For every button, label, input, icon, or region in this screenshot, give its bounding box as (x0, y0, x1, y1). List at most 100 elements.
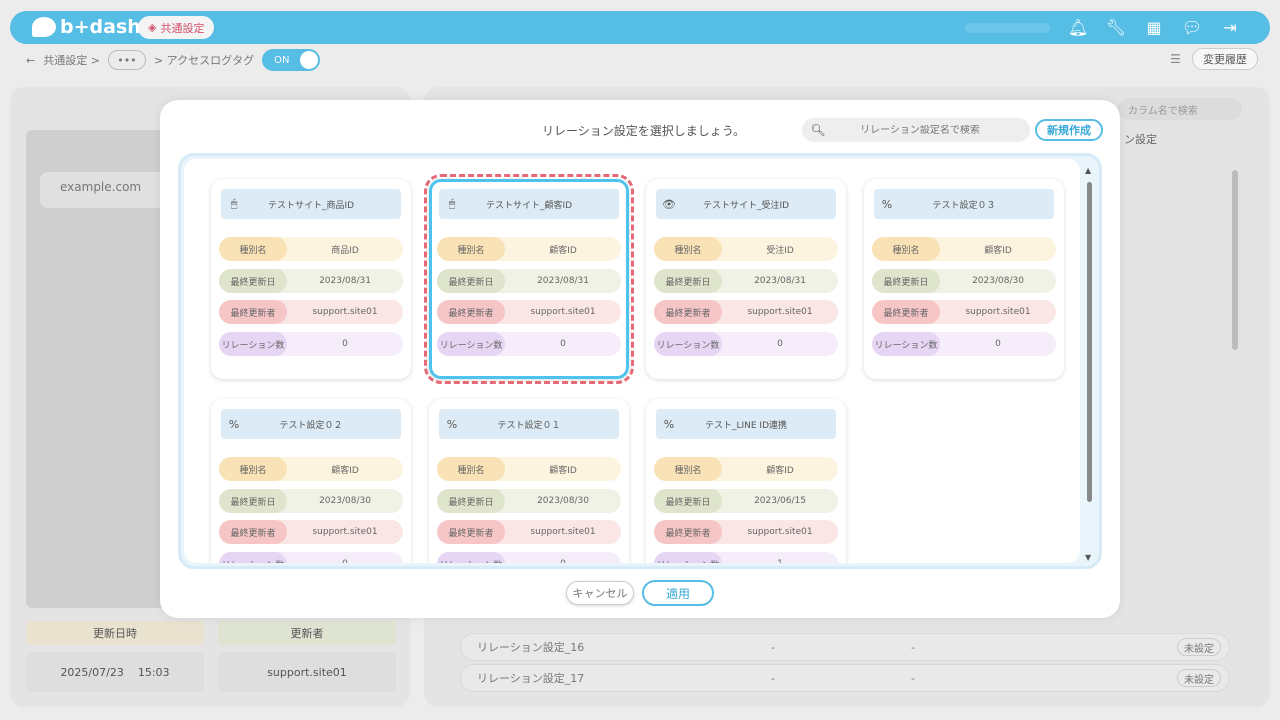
field-value: support.site01 (965, 307, 1031, 317)
table-row[interactable]: リレーション設定_17 - - 未設定 (460, 664, 1230, 692)
field-value: support.site01 (747, 527, 813, 537)
app-logo[interactable]: b+dash (32, 16, 141, 38)
field-value: 2023/08/30 (972, 276, 1024, 286)
field-label: リレーション数 (219, 552, 287, 563)
logo-bubble-icon (32, 17, 56, 37)
status-badge[interactable]: 未設定 (1177, 669, 1221, 687)
wrench-icon[interactable]: 🔧︎ (1106, 17, 1126, 37)
percent-mouse-icon: % (663, 417, 675, 431)
card-field-relations: リレーション数0 (654, 332, 838, 356)
field-value: support.site01 (312, 527, 378, 537)
logo-text: b+dash (60, 16, 141, 38)
breadcrumb-more-button[interactable]: ••• (107, 50, 146, 70)
toggle-label: ON (274, 54, 290, 66)
row-name: リレーション設定_17 (477, 672, 585, 685)
relation-card[interactable]: 👁︎ テストサイト_受注ID 種別名 受注ID 最終更新日 2023/08/31 最終更新者… (646, 179, 846, 379)
card-field-type: 種別名 顧客ID (437, 457, 621, 481)
card-list-scrollbar[interactable]: ▲ ▼ (1085, 166, 1095, 562)
card-field-updated: 最終更新日 2023/06/15 (654, 489, 838, 513)
field-label: リレーション数 (872, 332, 940, 356)
breadcrumb-common-settings[interactable]: 共通設定 > (43, 52, 100, 68)
updated-date: 2025/07/23 (60, 665, 124, 679)
search-icon: 🔍︎ (810, 123, 826, 137)
field-label: 最終更新者 (437, 300, 505, 324)
card-title: テスト設定０１ (497, 420, 561, 431)
field-value: 0 (777, 339, 783, 349)
card-field-updater: 最終更新者 support.site01 (437, 520, 621, 544)
field-value: 0 (287, 559, 403, 563)
grid-icon[interactable]: ▦ (1144, 17, 1164, 37)
table-row[interactable]: リレーション設定_16 - - 未設定 (460, 633, 1230, 661)
modal-title: リレーション設定を選択しましょう。 (542, 124, 746, 138)
updated-time: 15:03 (137, 665, 170, 679)
history-button[interactable]: 変更履歴 (1192, 48, 1258, 70)
field-label: 最終更新者 (219, 300, 287, 324)
apply-button[interactable]: 適用 (642, 580, 714, 606)
card-field-updater: 最終更新者 support.site01 (654, 520, 838, 544)
updated-values: 2025/07/23 15:03 (26, 652, 204, 692)
card-header: % テスト設定０２ (221, 409, 401, 439)
relation-search-input[interactable] (830, 124, 1010, 136)
card-list-frame: 🖱︎ テストサイト_商品ID 種別名 商品ID 最終更新日 2023/08/31 最終更新者… (178, 153, 1102, 569)
new-create-button[interactable]: 新規作成 (1035, 119, 1103, 141)
field-label: 最終更新者 (872, 300, 940, 324)
card-header: % テスト設定０３ (874, 189, 1054, 219)
toggle-knob (300, 51, 319, 69)
field-value: 2023/08/30 (537, 496, 589, 506)
relation-card[interactable]: % テスト設定０２ 種別名 顧客ID 最終更新日 2023/08/30 最終更新者 suppo… (211, 399, 411, 563)
field-label: リレーション数 (437, 332, 505, 356)
relation-card[interactable]: 🖱︎ テストサイト_商品ID 種別名 商品ID 最終更新日 2023/08/31 最終更新者… (211, 179, 411, 379)
field-value: support.site01 (530, 527, 596, 537)
card-field-relations: リレーション数0 (219, 332, 403, 356)
site-name[interactable]: example.com (40, 172, 170, 208)
card-title: テスト設定０２ (279, 420, 343, 431)
card-field-updater: 最終更新者 support.site01 (872, 300, 1056, 324)
updated-label: 更新日時 (26, 621, 204, 645)
field-value: 2023/08/31 (319, 276, 371, 286)
relation-card[interactable]: % テスト設定０１ 種別名 顧客ID 最終更新日 2023/08/30 最終更新者 suppo… (429, 399, 629, 563)
scroll-thumb[interactable] (1087, 182, 1092, 502)
bell-icon[interactable]: 🔔︎ (1068, 17, 1088, 37)
field-value: 0 (560, 339, 566, 349)
card-field-updater: 最終更新者 support.site01 (219, 300, 403, 324)
field-value: 顧客ID (549, 465, 577, 476)
on-off-toggle[interactable]: ON (262, 49, 321, 71)
card-field-updated: 最終更新日 2023/08/31 (219, 269, 403, 293)
field-label: 最終更新日 (654, 269, 722, 293)
mouse-icon: 🖱︎ (230, 197, 238, 210)
card-field-relations: リレーション数0 (437, 552, 621, 563)
card-title: テストサイト_受注ID (702, 200, 790, 211)
card-field-relations: リレーション数0 (219, 552, 403, 563)
scroll-up-arrow-icon[interactable]: ▲ (1085, 166, 1091, 175)
right-scrollbar[interactable] (1232, 170, 1238, 350)
field-value: 2023/08/30 (319, 496, 371, 506)
field-value: 顧客ID (766, 465, 794, 476)
relation-card[interactable]: 🖱︎ テストサイト_顧客ID 種別名 顧客ID 最終更新日 2023/08/31 最終更新者… (424, 174, 634, 384)
column-search-input[interactable]: カラム名で検索 (1118, 98, 1242, 120)
field-label: 最終更新日 (437, 269, 505, 293)
cancel-button[interactable]: キャンセル (566, 581, 634, 605)
field-label: 最終更新日 (219, 489, 287, 513)
breadcrumb: ← 共通設定 > ••• > アクセスログタグ ON (26, 48, 321, 72)
breadcrumb-access-log-tag: > アクセスログタグ (153, 54, 255, 67)
server-icon[interactable]: ☰ (1170, 52, 1184, 66)
scroll-down-arrow-icon[interactable]: ▼ (1085, 553, 1091, 562)
field-label: リレーション数 (219, 332, 287, 356)
relation-card[interactable]: % テスト_LINE ID連携 種別名 顧客ID 最終更新日 2023/06/15 最終更新… (646, 399, 846, 563)
card-title: テストサイト_顧客ID (485, 200, 573, 211)
row-col1: - (771, 671, 775, 685)
chat-icon[interactable]: 💬︎ (1182, 17, 1202, 37)
relation-card[interactable]: % テスト設定０３ 種別名 顧客ID 最終更新日 2023/08/30 最終更新者 suppo… (864, 179, 1064, 379)
field-label: 最終更新日 (654, 489, 722, 513)
eye-icon: 👁︎ (662, 197, 676, 211)
common-settings-badge[interactable]: ◈ 共通設定 (138, 16, 215, 39)
field-value: 商品ID (331, 245, 359, 256)
back-arrow-icon[interactable]: ← (26, 54, 35, 67)
relation-search-box[interactable]: 🔍︎ (802, 118, 1030, 142)
field-value: 1 (722, 559, 838, 563)
logout-icon[interactable]: ⇥ (1220, 17, 1240, 37)
card-field-relations: リレーション数 0 (437, 332, 621, 356)
status-badge[interactable]: 未設定 (1177, 638, 1221, 656)
field-value: 0 (995, 339, 1001, 349)
field-value: support.site01 (530, 307, 596, 317)
